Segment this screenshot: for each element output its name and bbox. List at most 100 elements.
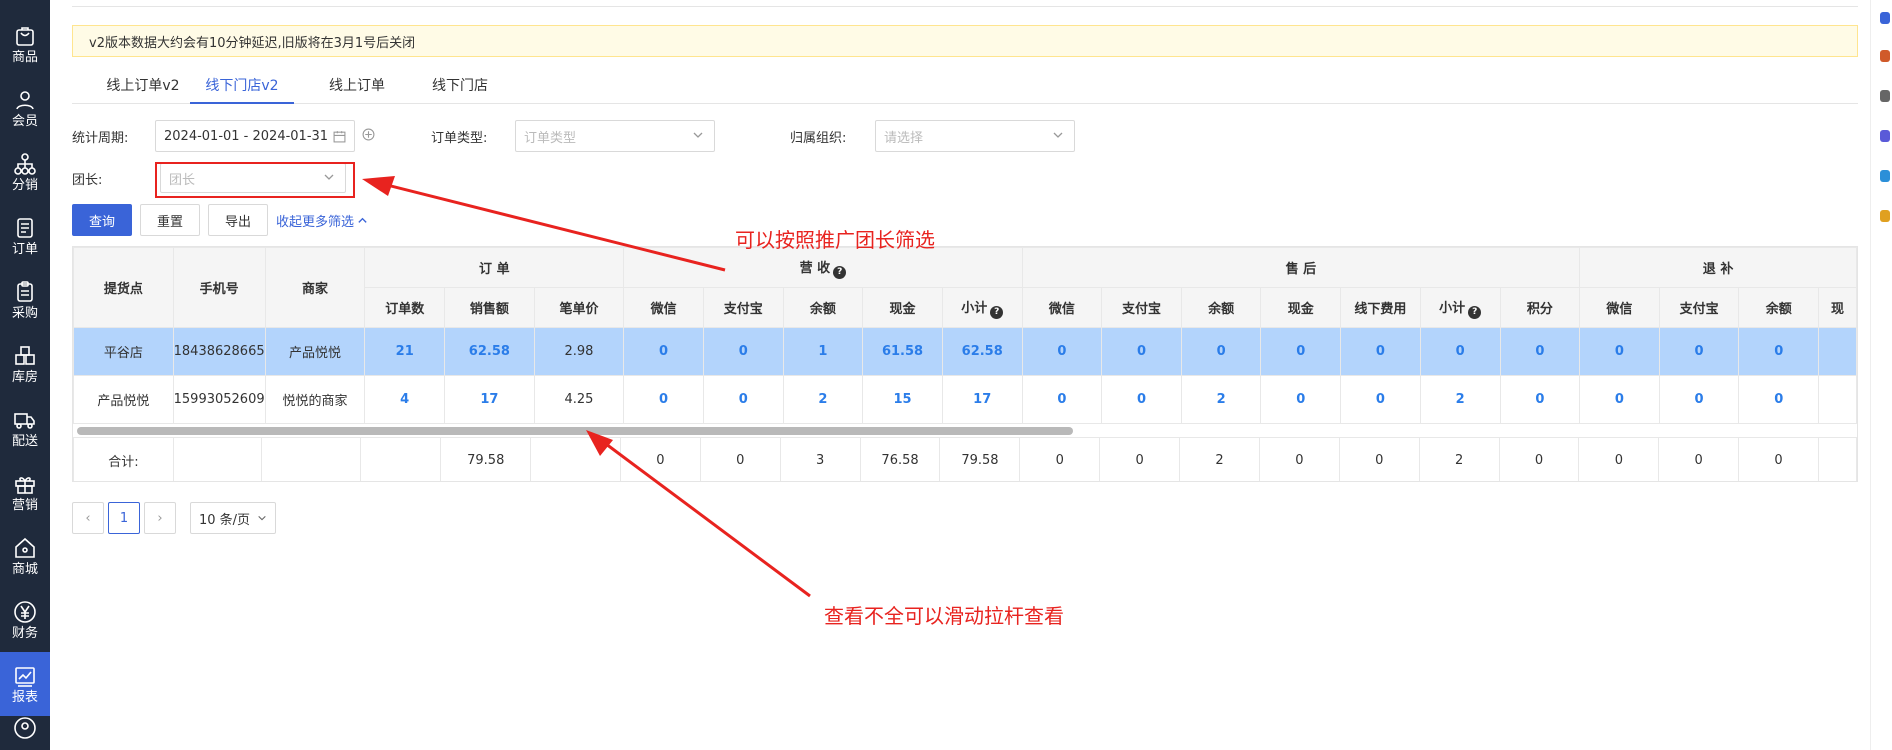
total-value: 0 <box>1099 437 1181 481</box>
cell-value[interactable]: 2 <box>1419 375 1501 424</box>
cell-store: 平谷店 <box>73 327 174 376</box>
group-orders: 订 单 <box>364 247 625 288</box>
cell-value[interactable]: 0 <box>1340 375 1421 424</box>
nav-item-marketing[interactable]: 营销 <box>0 460 50 524</box>
right-panel-icon[interactable] <box>1880 210 1890 222</box>
nav-item-mall[interactable]: 商城 <box>0 524 50 588</box>
cell-value[interactable]: 2 <box>1180 375 1262 424</box>
cell-value[interactable]: 0 <box>1579 375 1660 424</box>
cell-value[interactable]: 0 <box>1499 375 1581 424</box>
cell-value[interactable]: 0 <box>1738 327 1820 376</box>
nav-item-delivery[interactable]: 配送 <box>0 396 50 460</box>
right-panel-icon[interactable] <box>1880 170 1890 182</box>
collapse-filters-link[interactable]: 收起更多筛选 <box>276 211 368 230</box>
prev-page-button[interactable]: ‹ <box>72 502 104 534</box>
cell-value[interactable]: 0 <box>1101 375 1182 424</box>
cell-value[interactable]: 2 <box>782 375 864 424</box>
cell-value[interactable]: 0 <box>1021 327 1103 376</box>
nav-item-warehouse[interactable]: 库房 <box>0 332 50 396</box>
nav-item-products[interactable]: 商品 <box>0 12 50 76</box>
cell-value[interactable]: 0 <box>702 327 784 376</box>
next-page-button[interactable]: › <box>144 502 176 534</box>
cell-value[interactable]: 1 <box>782 327 864 376</box>
cell-value[interactable]: 61.58 <box>862 327 943 376</box>
nav-item-more[interactable] <box>0 716 50 750</box>
table-row[interactable]: 产品悦悦 15993052609 悦悦的商家 4 17 4.25 0 0 2 1… <box>73 375 1857 424</box>
col-cash: 现金 <box>862 287 943 328</box>
col-balance: 余额 <box>782 287 864 328</box>
nav-item-orders[interactable]: 订单 <box>0 204 50 268</box>
cell-value[interactable]: 17 <box>941 375 1023 424</box>
nav-item-finance[interactable]: 财务 <box>0 588 50 652</box>
right-panel-icon[interactable] <box>1880 130 1890 142</box>
period-label: 统计周期: <box>72 131 129 146</box>
cell-value[interactable]: 62.58 <box>444 327 535 376</box>
col-as-subtotal: 小计? <box>1419 287 1501 328</box>
total-value: 0 <box>1338 437 1420 481</box>
cell-value[interactable] <box>1818 327 1857 376</box>
col-sales: 销售额 <box>444 287 535 328</box>
org-select[interactable]: 请选择 <box>875 120 1075 152</box>
total-value: 3 <box>779 437 861 481</box>
cell-value[interactable]: 0 <box>623 375 704 424</box>
tab-online-orders[interactable]: 线上订单 <box>312 72 402 104</box>
cell-value[interactable]: 0 <box>1499 327 1581 376</box>
cell-value[interactable]: 21 <box>364 327 446 376</box>
page-1-button[interactable]: 1 <box>108 502 140 534</box>
table-row[interactable]: 平谷店 18438628665 产品悦悦 21 62.58 2.98 0 0 1… <box>73 327 1857 376</box>
nav-item-purchase[interactable]: 采购 <box>0 268 50 332</box>
cell-value[interactable]: 0 <box>1419 327 1501 376</box>
cell-value[interactable]: 0 <box>1658 327 1740 376</box>
page-size-select[interactable]: 10 条/页 <box>190 502 276 534</box>
horizontal-scrollbar[interactable] <box>73 425 1857 437</box>
help-icon[interactable]: ? <box>990 305 1004 319</box>
cell-store: 产品悦悦 <box>73 375 174 424</box>
export-button[interactable]: 导出 <box>208 204 268 236</box>
query-button[interactable]: 查询 <box>72 204 132 236</box>
nav-item-reports[interactable]: 报表 <box>0 652 50 716</box>
cell-value[interactable]: 62.58 <box>941 327 1023 376</box>
cell-value[interactable] <box>1818 375 1857 424</box>
order-type-select[interactable]: 订单类型 <box>515 120 715 152</box>
chevron-up-icon <box>358 217 367 223</box>
cell-value[interactable]: 4 <box>364 375 446 424</box>
group-after-sales: 售 后 <box>1021 247 1581 288</box>
reset-button[interactable]: 重置 <box>140 204 200 236</box>
right-panel-icon[interactable] <box>1880 12 1890 24</box>
col-rf-alipay: 支付宝 <box>1658 287 1740 328</box>
cell-value[interactable]: 0 <box>1340 327 1421 376</box>
help-icon[interactable]: ? <box>1468 305 1482 319</box>
annotation-leader-note: 可以按照推广团长筛选 <box>735 228 935 252</box>
sidebar: 商品 会员 分销 订单 采购 库房 配送 营销 商城 财务 报表 <box>0 0 50 750</box>
add-circle-icon[interactable] <box>362 128 375 141</box>
cell-value[interactable]: 0 <box>1260 375 1342 424</box>
cell-value[interactable]: 0 <box>702 375 784 424</box>
tab-offline-stores-v2[interactable]: 线下门店v2 <box>190 72 294 104</box>
total-empty <box>260 437 362 481</box>
cell-value[interactable]: 0 <box>1260 327 1342 376</box>
total-value: 76.58 <box>859 437 941 481</box>
tab-offline-stores[interactable]: 线下门店 <box>415 72 505 104</box>
cell-value[interactable]: 0 <box>1738 375 1820 424</box>
header-store: 提货点 <box>73 247 174 328</box>
total-value: 0 <box>1498 437 1580 481</box>
cell-value[interactable]: 0 <box>623 327 704 376</box>
cell-value[interactable]: 0 <box>1101 327 1182 376</box>
clipboard-icon <box>17 280 33 302</box>
help-icon[interactable]: ? <box>833 265 847 279</box>
date-range-picker[interactable]: 2024-01-01 - 2024-01-31 <box>155 120 355 152</box>
cell-value[interactable]: 0 <box>1658 375 1740 424</box>
cell-phone: 18438628665 <box>172 327 266 376</box>
tab-online-orders-v2[interactable]: 线上订单v2 <box>88 72 198 104</box>
cell-value[interactable]: 17 <box>444 375 535 424</box>
right-panel-icon[interactable] <box>1880 90 1890 102</box>
right-panel-icon[interactable] <box>1880 50 1890 62</box>
gift-icon <box>15 476 35 494</box>
cell-value[interactable]: 15 <box>862 375 943 424</box>
cell-value[interactable]: 0 <box>1180 327 1262 376</box>
scrollbar-thumb[interactable] <box>77 427 1073 435</box>
nav-item-members[interactable]: 会员 <box>0 76 50 140</box>
cell-value[interactable]: 0 <box>1021 375 1103 424</box>
nav-item-distribution[interactable]: 分销 <box>0 140 50 204</box>
cell-value[interactable]: 0 <box>1579 327 1660 376</box>
